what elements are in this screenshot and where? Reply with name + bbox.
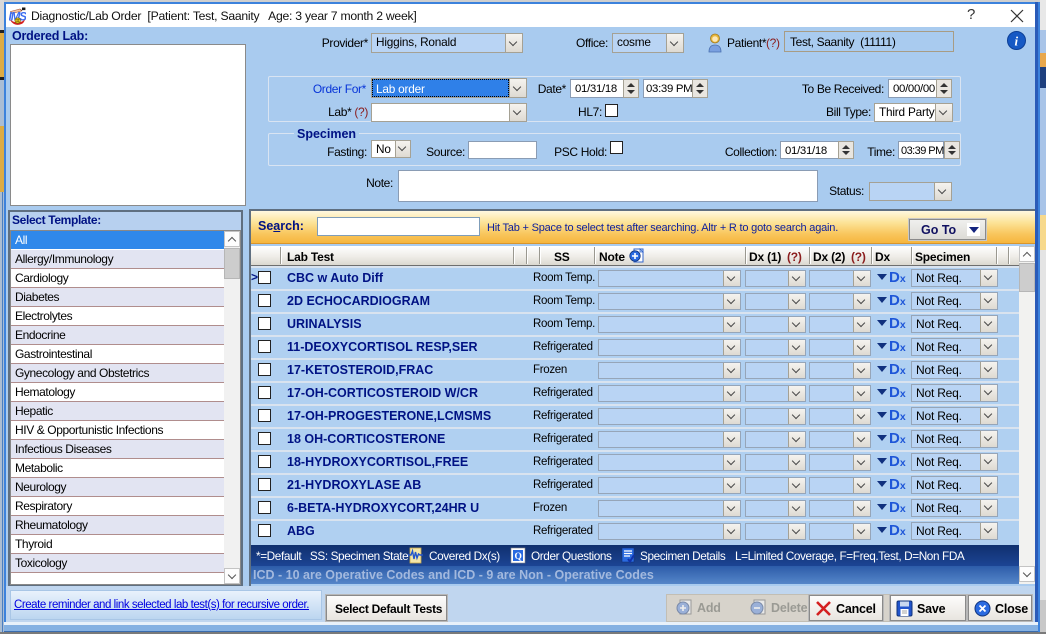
svg-text:i: i [1015, 34, 1019, 49]
svg-text:Q: Q [515, 552, 522, 562]
